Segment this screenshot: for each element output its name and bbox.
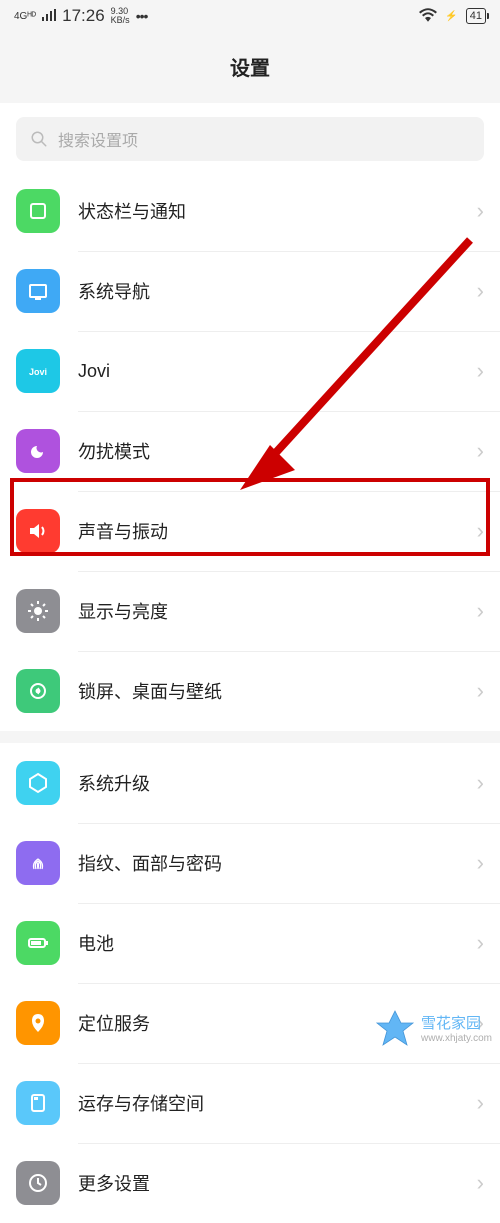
chevron-right-icon: ›	[477, 850, 484, 876]
settings-row-storage[interactable]: 运存与存储空间›	[0, 1063, 500, 1143]
watermark-url: www.xhjaty.com	[421, 1033, 492, 1044]
settings-row-label: 指纹、面部与密码	[78, 850, 477, 876]
settings-row-label: 锁屏、桌面与壁纸	[78, 678, 477, 704]
settings-row-sound[interactable]: 声音与振动›	[0, 491, 500, 571]
lock-icon	[16, 669, 60, 713]
search-placeholder: 搜索设置项	[58, 127, 138, 151]
wifi-icon	[419, 8, 437, 25]
settings-row-label: 显示与亮度	[78, 598, 477, 624]
chevron-right-icon: ›	[477, 930, 484, 956]
settings-row-statusbar[interactable]: 状态栏与通知›	[0, 171, 500, 251]
settings-row-lockscreen[interactable]: 锁屏、桌面与壁纸›	[0, 651, 500, 731]
page-header: 设置	[0, 32, 500, 103]
chevron-right-icon: ›	[477, 518, 484, 544]
chevron-right-icon: ›	[477, 1090, 484, 1116]
settings-row-label: 系统升级	[78, 770, 477, 796]
settings-row-fingerprint[interactable]: 指纹、面部与密码›	[0, 823, 500, 903]
chevron-right-icon: ›	[477, 198, 484, 224]
settings-row-label: 更多设置	[78, 1170, 477, 1196]
status-bar: 4Gᴴᴰ 17:26 9.30KB/s ••• ⚡ 41	[0, 0, 500, 32]
settings-row-sysnav[interactable]: 系统导航›	[0, 251, 500, 331]
network-speed: 9.30KB/s	[111, 7, 130, 25]
settings-row-label: 运存与存储空间	[78, 1090, 477, 1116]
more-icon: •••	[136, 8, 148, 24]
jovi-icon: Jovi	[16, 349, 60, 393]
search-icon	[30, 130, 48, 148]
sound-icon	[16, 509, 60, 553]
chevron-right-icon: ›	[477, 438, 484, 464]
settings-row-label: Jovi	[78, 361, 477, 382]
chevron-right-icon: ›	[477, 770, 484, 796]
chevron-right-icon: ›	[477, 278, 484, 304]
battery-indicator: 41	[466, 8, 486, 24]
upgrade-icon	[16, 761, 60, 805]
search-input[interactable]: 搜索设置项	[16, 117, 484, 161]
chevron-right-icon: ›	[477, 358, 484, 384]
page-title: 设置	[0, 52, 500, 81]
settings-row-jovi[interactable]: JoviJovi›	[0, 331, 500, 411]
display-icon	[16, 589, 60, 633]
storage-icon	[16, 1081, 60, 1125]
watermark-logo	[375, 1009, 415, 1049]
chevron-right-icon: ›	[477, 678, 484, 704]
settings-row-label: 电池	[78, 930, 477, 956]
signal-icon	[42, 9, 56, 23]
svg-text:Jovi: Jovi	[29, 367, 47, 377]
settings-row-battery[interactable]: 电池›	[0, 903, 500, 983]
more-icon	[16, 1161, 60, 1205]
settings-row-label: 勿扰模式	[78, 438, 477, 464]
battery-icon	[16, 921, 60, 965]
settings-row-display[interactable]: 显示与亮度›	[0, 571, 500, 651]
settings-row-dnd[interactable]: 勿扰模式›	[0, 411, 500, 491]
settings-group-2: 系统升级›指纹、面部与密码›电池›定位服务›运存与存储空间›更多设置›	[0, 743, 500, 1223]
watermark-brand: 雪花家园	[421, 1015, 492, 1033]
clock: 17:26	[62, 6, 105, 26]
search-container: 搜索设置项	[0, 103, 500, 171]
settings-group-1: 状态栏与通知›系统导航›JoviJovi›勿扰模式›声音与振动›显示与亮度›锁屏…	[0, 171, 500, 731]
finger-icon	[16, 841, 60, 885]
settings-row-more[interactable]: 更多设置›	[0, 1143, 500, 1223]
nav-icon	[16, 269, 60, 313]
chevron-right-icon: ›	[477, 1170, 484, 1196]
settings-row-upgrade[interactable]: 系统升级›	[0, 743, 500, 823]
settings-row-label: 状态栏与通知	[78, 198, 477, 224]
statusbar-icon	[16, 189, 60, 233]
dnd-icon	[16, 429, 60, 473]
charging-icon: ⚡	[445, 11, 457, 22]
chevron-right-icon: ›	[477, 598, 484, 624]
settings-row-label: 系统导航	[78, 278, 477, 304]
watermark: 雪花家园 www.xhjaty.com	[375, 1009, 492, 1049]
network-label: 4Gᴴᴰ	[14, 11, 36, 22]
settings-row-label: 声音与振动	[78, 518, 477, 544]
location-icon	[16, 1001, 60, 1045]
